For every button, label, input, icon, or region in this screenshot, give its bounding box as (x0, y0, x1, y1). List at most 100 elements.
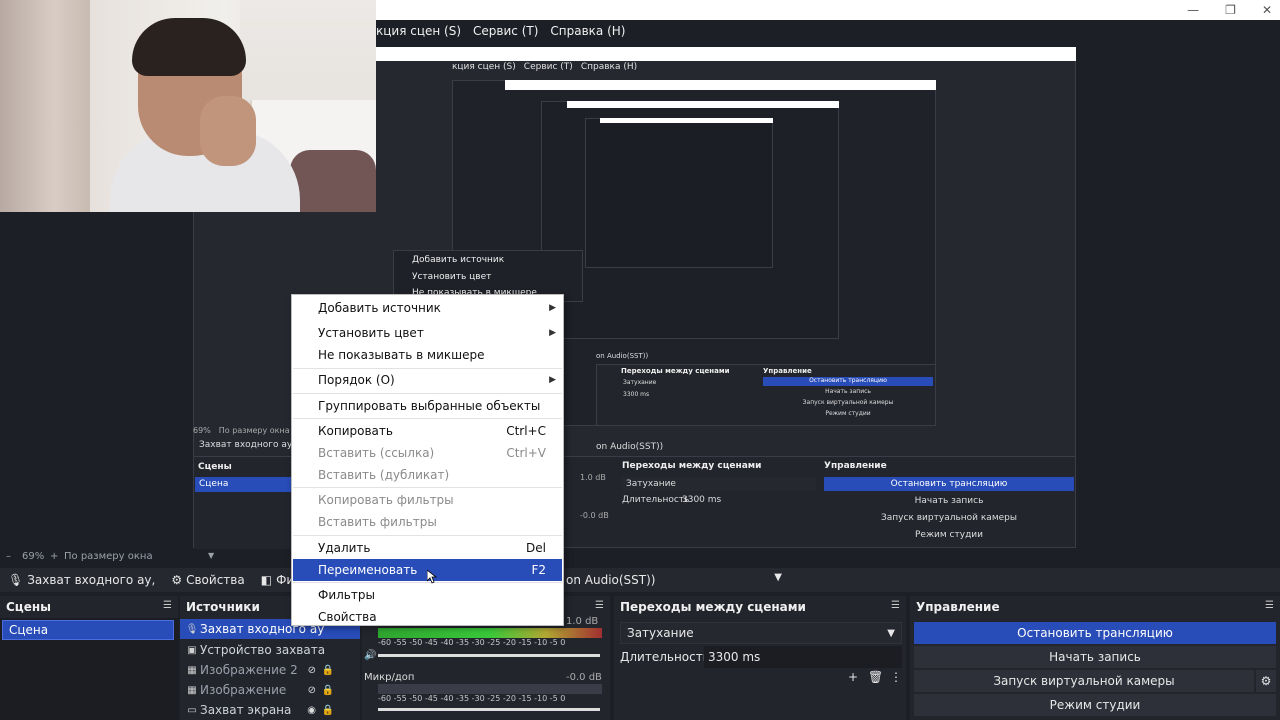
chevron-down-icon: ▼ (774, 572, 782, 583)
ctx-group[interactable]: Группировать выбранные объекты (293, 395, 562, 417)
lock-icon[interactable]: 🔒 (322, 685, 334, 696)
ctx-copy-filters[interactable]: Копировать фильтры (293, 489, 562, 511)
volume-meter (378, 684, 602, 694)
chevron-right-icon: ▶ (549, 375, 556, 385)
ctx-label: Фильтры (318, 588, 375, 602)
scene-item[interactable]: Сцена (2, 620, 174, 640)
dock-menu-icon[interactable]: ☰ (595, 600, 604, 611)
transitions-dock: Переходы между сценами ☰ Затухание ▼ Дли… (614, 596, 906, 720)
scenes-list: Сцена (0, 618, 178, 720)
properties-label: Свойства (186, 573, 245, 587)
list-item[interactable]: ▦ Изображение 2 ⊘ 🔒 (180, 660, 360, 680)
controls-body: Остановить трансляцию Начать запись Запу… (910, 618, 1280, 720)
properties-button[interactable]: ⚙ Свойства (163, 569, 252, 591)
list-item[interactable]: ▣ Устройство захвата (180, 640, 360, 660)
list-item[interactable]: ▭ Захват экрана ◉ 🔒 (180, 700, 360, 720)
nested-ctl-title: Управление (824, 461, 887, 471)
volume-slider[interactable] (378, 708, 600, 711)
nested2-duration: 3300 ms (623, 391, 650, 398)
nested-titlebar-4 (600, 118, 773, 123)
ctx-label: Удалить (318, 541, 371, 555)
volume-slider[interactable] (378, 654, 600, 657)
scenes-title: Сцены (6, 600, 51, 614)
nested-menu-tools: Сервис (T) (523, 62, 573, 72)
ctx-set-color[interactable]: Установить цвет ▶ (293, 322, 562, 344)
dock-menu-icon[interactable]: ☰ (1265, 600, 1274, 611)
ctx-copy[interactable]: Копировать Ctrl+C (293, 420, 562, 442)
ctx-label: Не показывать в микшере (318, 348, 485, 362)
nested-vcam: Запуск виртуальной камеры (881, 513, 1017, 523)
chevron-right-icon: ▶ (549, 303, 556, 313)
ctx-paste-ref[interactable]: Вставить (ссылка) Ctrl+V (293, 442, 562, 464)
lock-icon[interactable]: 🔒 (322, 665, 334, 676)
nested-record: Начать запись (914, 496, 984, 506)
close-icon[interactable]: ✕ (1262, 3, 1272, 17)
nested2-ctl-title: Управление (763, 367, 812, 375)
webcam-feed (0, 0, 376, 212)
ctx-paste-filters[interactable]: Вставить фильтры (293, 511, 562, 533)
webcam-person-hair (132, 18, 246, 76)
speaker-icon[interactable]: 🔊 (364, 650, 376, 661)
ctx-properties[interactable]: Свойства (293, 606, 562, 628)
start-record-button[interactable]: Начать запись (914, 646, 1276, 668)
nested-fade: Затухание (622, 477, 816, 491)
dock-menu-icon[interactable]: ☰ (891, 600, 900, 611)
ctx-order[interactable]: Порядок (O) ▶ (293, 369, 562, 391)
mic-source-label: Микр/доп (364, 672, 415, 683)
zoom-minus-icon[interactable]: – (6, 551, 11, 562)
ctx-label: Добавить источник (318, 301, 441, 315)
more-icon[interactable]: ⋮ (890, 670, 902, 684)
nested-zoom: 69% По размеру окна (193, 426, 303, 436)
menu-scene-collection[interactable]: кция сцен (S) (376, 24, 461, 38)
separator (293, 487, 562, 488)
eye-hidden-icon[interactable]: ⊘ (308, 685, 316, 696)
virtual-camera-button[interactable]: Запуск виртуальной камеры (914, 670, 1254, 692)
ctx-filters[interactable]: Фильтры (293, 584, 562, 606)
zoom-dropdown-icon[interactable]: ▼ (208, 551, 214, 560)
source-label: Изображение (200, 683, 287, 697)
ctx-paste-dup[interactable]: Вставить (дубликат) (293, 464, 562, 486)
ctx-delete[interactable]: Удалить Del (293, 537, 562, 559)
zoom-fit[interactable]: По размеру окна (64, 551, 153, 562)
menu-tools[interactable]: Сервис (T) (473, 24, 538, 38)
dock-menu-icon[interactable]: ☰ (163, 600, 172, 611)
transition-select[interactable]: Затухание ▼ (620, 622, 902, 644)
maximize-icon[interactable]: ❐ (1225, 3, 1236, 17)
list-item[interactable]: ▦ Изображение ⊘ 🔒 (180, 680, 360, 700)
delete-transition-icon[interactable]: 🗑 (868, 670, 883, 684)
ctx-add-source[interactable]: Добавить источник ▶ (293, 297, 562, 319)
chevron-right-icon: ▶ (549, 328, 556, 338)
source-label: Захват экрана (200, 703, 292, 717)
studio-mode-button[interactable]: Режим студии (914, 694, 1276, 716)
monitor-icon: ▭ (187, 704, 197, 716)
zoom-value[interactable]: 69% (22, 551, 44, 562)
mouse-cursor-icon (427, 570, 437, 584)
image-icon: ▦ (187, 664, 197, 676)
scenes-dock-title: Сцены ☰ (0, 596, 178, 618)
duration-field[interactable]: 3300 ms (704, 646, 902, 668)
nested-menu-scene: кция сцен (S) (452, 62, 516, 72)
eye-icon[interactable]: ◉ (307, 705, 316, 716)
add-transition-icon[interactable]: + (848, 670, 858, 684)
stop-stream-button[interactable]: Остановить трансляцию (914, 622, 1276, 644)
toolbar-source: 🎙 Захват входного ау, (0, 569, 163, 591)
meter-scale: -60 -55 -50 -45 -40 -35 -30 -25 -20 -15 … (378, 638, 566, 647)
ctx-shortcut: Del (526, 541, 546, 555)
ctx-hide-in-mixer[interactable]: Не показывать в микшере (293, 344, 562, 366)
ctx-shortcut: Ctrl+C (506, 424, 546, 438)
zoom-plus-icon[interactable]: + (50, 551, 58, 562)
nested-ctx-add: Добавить источник (412, 255, 505, 265)
ctx-label: Копировать фильтры (318, 493, 454, 507)
gear-icon[interactable]: ⚙ (1256, 670, 1276, 692)
nested2-audio: on Audio(SST)) (596, 352, 649, 360)
nested2-vcam: Запуск виртуальной камеры (802, 399, 894, 406)
mixer-body: 1.0 dB -60 -55 -50 -45 -40 -35 -30 -25 -… (362, 616, 610, 720)
eye-hidden-icon[interactable]: ⊘ (308, 665, 316, 676)
nested2-studio: Режим студии (825, 410, 871, 417)
menu-help[interactable]: Справка (H) (550, 24, 625, 38)
mic-icon: 🎙 (185, 623, 199, 635)
toolbar-source-label: Захват входного ау, (27, 573, 156, 587)
lock-icon[interactable]: 🔒 (322, 705, 334, 716)
minimize-icon[interactable]: — (1187, 3, 1199, 17)
audio-device-select[interactable]: on Audio(SST)) ▼ (560, 570, 786, 590)
